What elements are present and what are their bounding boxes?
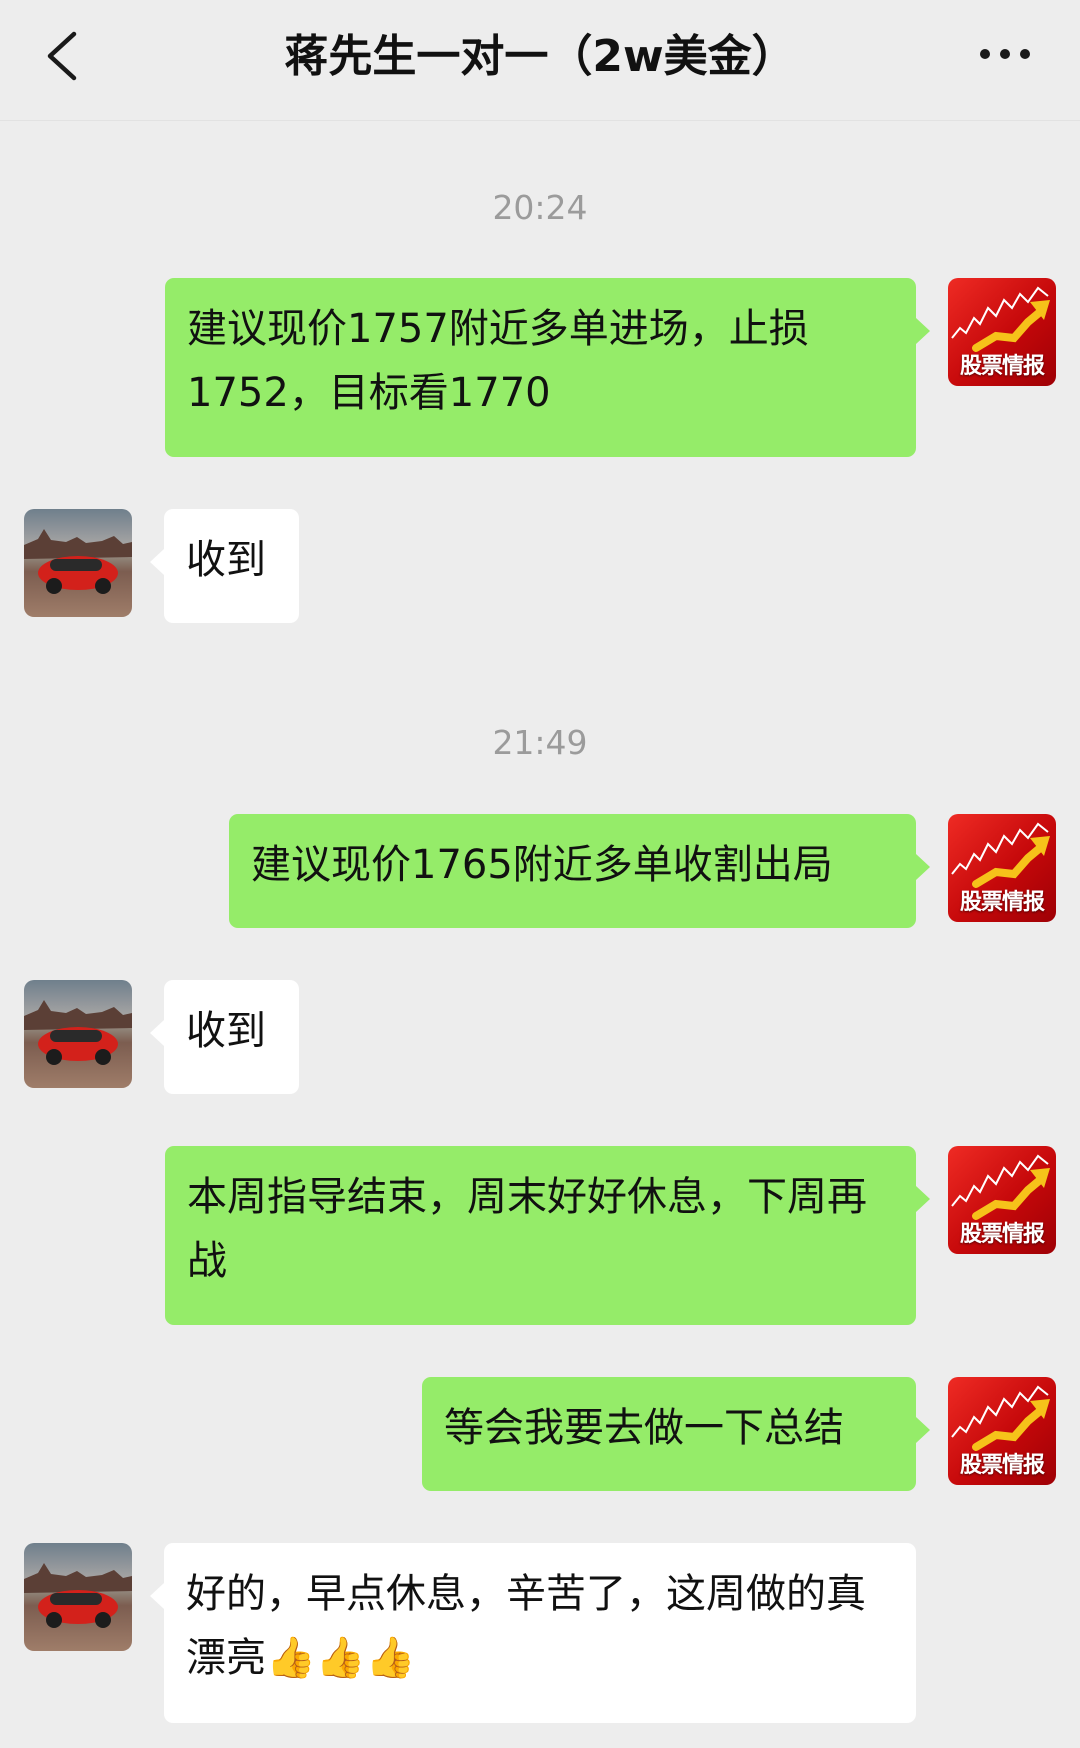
avatar-label: 股票情报 [959, 354, 1045, 379]
red-car-photo-avatar [24, 1563, 132, 1628]
avatar-label: 股票情报 [959, 1453, 1045, 1478]
message-bubble-outgoing[interactable]: 建议现价1765附近多单收割出局 [229, 814, 930, 928]
back-button[interactable] [34, 18, 98, 94]
message-bubble-incoming[interactable]: 好的，早点休息，辛苦了，这周做的真漂亮👍👍👍 [150, 1543, 916, 1723]
red-car-photo-avatar [24, 529, 132, 594]
contact-avatar[interactable] [24, 509, 132, 617]
contact-avatar[interactable] [24, 980, 132, 1088]
red-car-photo-avatar [24, 1000, 132, 1065]
message-bubble-outgoing[interactable]: 等会我要去做一下总结 [422, 1377, 930, 1491]
message-bubble-incoming[interactable]: 收到 [150, 509, 299, 623]
self-avatar[interactable]: 股票情报 [948, 1146, 1056, 1254]
self-avatar[interactable]: 股票情报 [948, 814, 1056, 922]
timestamp: 20:24 [492, 188, 588, 227]
chat-header: 蒋先生一对一（2w美金） [0, 0, 1080, 121]
stock-chart-icon [951, 1385, 1050, 1451]
message-bubble-incoming[interactable]: 收到 [150, 980, 299, 1094]
contact-avatar[interactable] [24, 1543, 132, 1651]
self-avatar[interactable]: 股票情报 [948, 278, 1056, 386]
message-bubble-outgoing[interactable]: 本周指导结束，周末好好休息，下周再战 [165, 1146, 930, 1325]
chat-title: 蒋先生一对一（2w美金） [284, 31, 796, 82]
more-horizontal-icon [980, 49, 1030, 59]
self-avatar[interactable]: 股票情报 [948, 1377, 1056, 1485]
message-bubble-outgoing[interactable]: 建议现价1757附近多单进场，止损1752，目标看1770 [165, 278, 930, 457]
chevron-left-icon [47, 31, 77, 81]
avatar-label: 股票情报 [959, 890, 1045, 915]
avatar-label: 股票情报 [959, 1222, 1045, 1247]
stock-chart-icon [951, 1154, 1050, 1220]
stock-chart-icon [951, 822, 1050, 888]
stock-chart-icon [951, 286, 1050, 352]
timestamp: 21:49 [492, 723, 588, 762]
more-options-button[interactable] [968, 24, 1042, 84]
